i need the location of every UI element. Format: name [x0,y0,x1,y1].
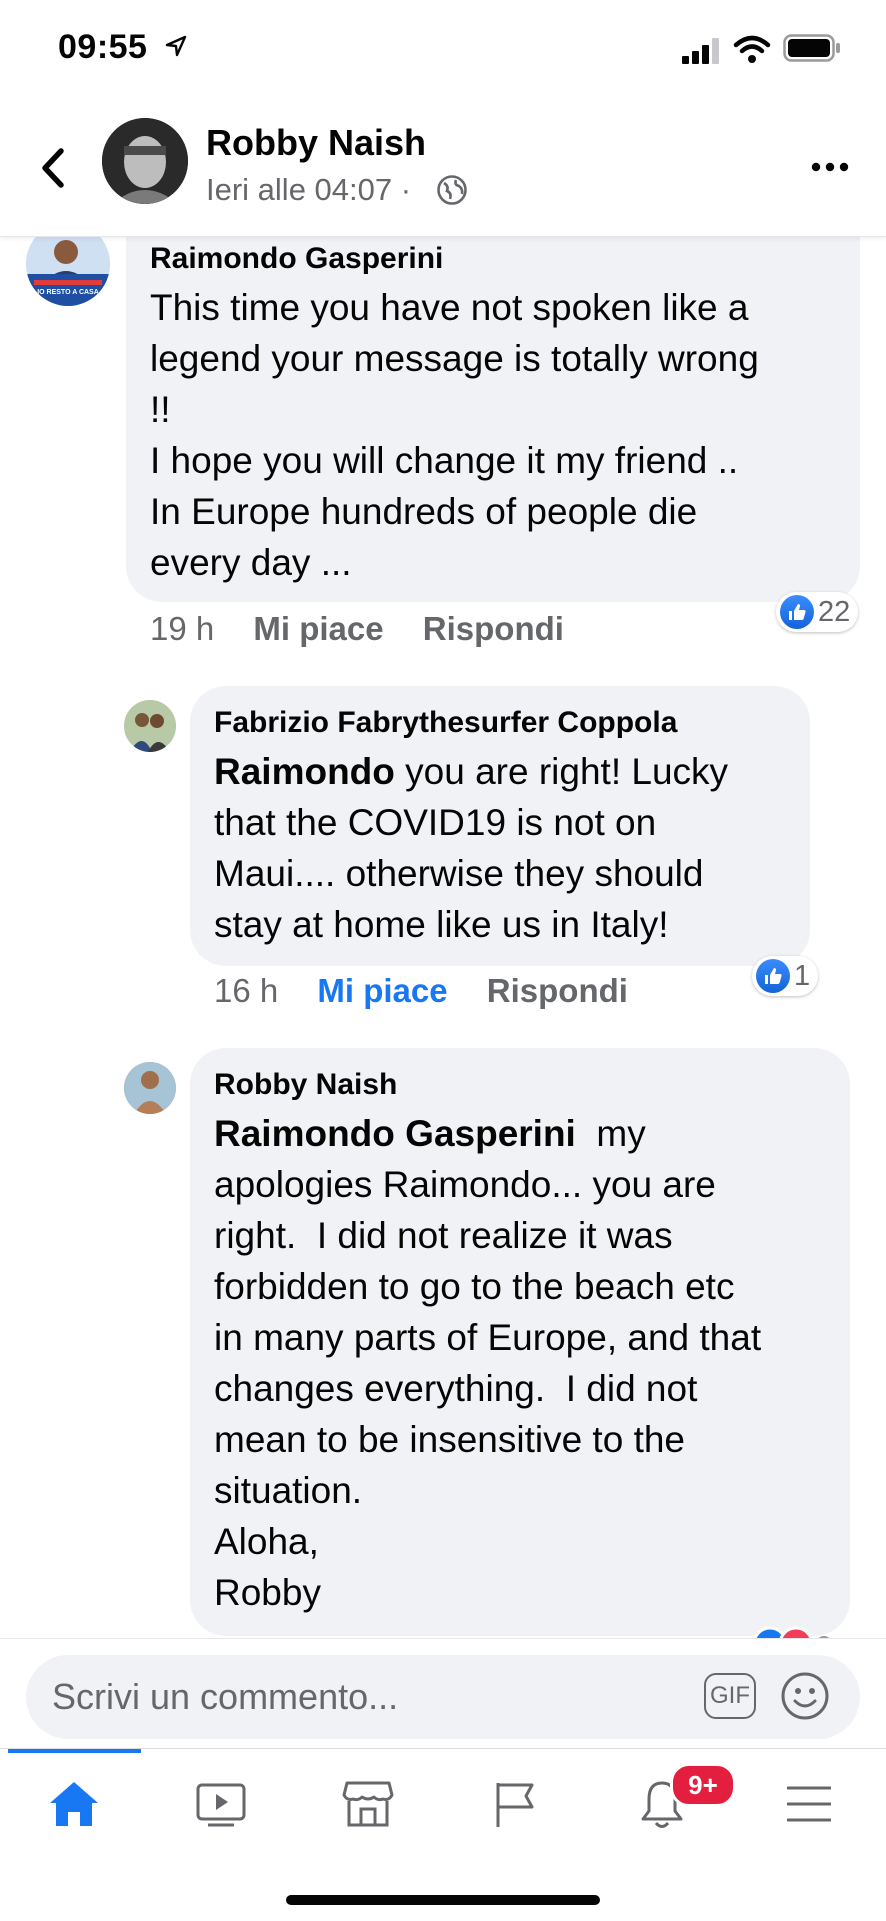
gif-button[interactable]: GIF [704,1673,756,1719]
page-name[interactable]: Robby Naish [206,122,426,164]
signal-icon [682,38,722,69]
comment-actions: 19 h Mi piace Rispondi [150,610,564,648]
menu-icon [786,1786,831,1822]
comment-text: Raimondo you are right! Lucky that the C… [214,751,729,945]
svg-text:IO RESTO A CASA: IO RESTO A CASA [37,289,99,296]
comment-time: 19 h [150,610,215,647]
comment-actions: 16 h Mi piace Rispondi [214,972,628,1010]
tab-home[interactable] [0,1749,147,1859]
reply-button[interactable]: Rispondi [423,610,564,647]
mention[interactable]: Raimondo Gasperini [214,1113,576,1154]
comment-text: Raimondo Gasperini my apologies Raimondo… [214,1113,762,1613]
page-avatar[interactable] [102,118,188,204]
wifi-icon [733,34,771,69]
comment-text: This time you have not spoken like a leg… [150,287,759,583]
comment-composer[interactable]: GIF [26,1655,860,1739]
post-header: Robby Naish Ieri alle 04:07 · [0,100,886,237]
home-icon [49,1782,98,1826]
globe-icon [436,174,468,211]
comment-author[interactable]: Raimondo Gasperini [150,242,443,276]
tab-marketplace[interactable] [294,1749,441,1859]
location-arrow-icon [164,34,188,63]
gif-label: GIF [710,1682,750,1709]
reply-bubble[interactable]: Fabrizio Fabrythesurfer Coppola Raimondo… [190,686,810,966]
tab-watch[interactable] [147,1749,294,1859]
tab-pages[interactable] [441,1749,588,1859]
like-reaction-icon [756,959,790,993]
comment-bubble[interactable]: Raimondo Gasperini This time you have no… [126,200,860,602]
comment-input[interactable] [50,1673,694,1721]
notification-badge: 9+ [670,1763,736,1807]
battery-icon [783,34,841,67]
reply-button[interactable]: Rispondi [487,972,628,1009]
marketplace-icon [342,1781,393,1827]
video-icon [196,1783,245,1827]
back-button[interactable] [30,138,74,198]
like-button[interactable]: Mi piace [253,610,383,647]
chevron-left-icon [42,148,64,188]
flag-icon [496,1783,533,1827]
more-icon [811,162,849,172]
comment-author[interactable]: Fabrizio Fabrythesurfer Coppola [214,706,677,740]
emoji-button[interactable] [780,1671,830,1726]
reaction-count[interactable]: 22 [776,592,859,632]
comment-author[interactable]: Robby Naish [214,1068,397,1102]
mention[interactable]: Raimondo [214,751,395,792]
bottom-tab-bar: 9+ [0,1748,886,1921]
comment-time: 16 h [214,972,279,1009]
like-button[interactable]: Mi piace [317,972,447,1009]
status-bar: 09:55 [0,0,886,100]
reaction-count[interactable]: 1 [752,956,819,996]
status-time: 09:55 [58,28,148,66]
like-reaction-icon [780,595,814,629]
home-indicator [286,1895,600,1905]
reply-bubble[interactable]: Robby Naish Raimondo Gasperini my apolog… [190,1048,850,1636]
smiley-icon [781,1672,829,1720]
comment-composer-bar: GIF [0,1638,886,1749]
tab-menu[interactable] [735,1749,882,1859]
commenter-avatar[interactable] [124,700,176,752]
commenter-avatar[interactable] [124,1062,176,1114]
post-timestamp: Ieri alle 04:07 · [206,172,412,207]
more-options-button[interactable] [810,160,850,178]
